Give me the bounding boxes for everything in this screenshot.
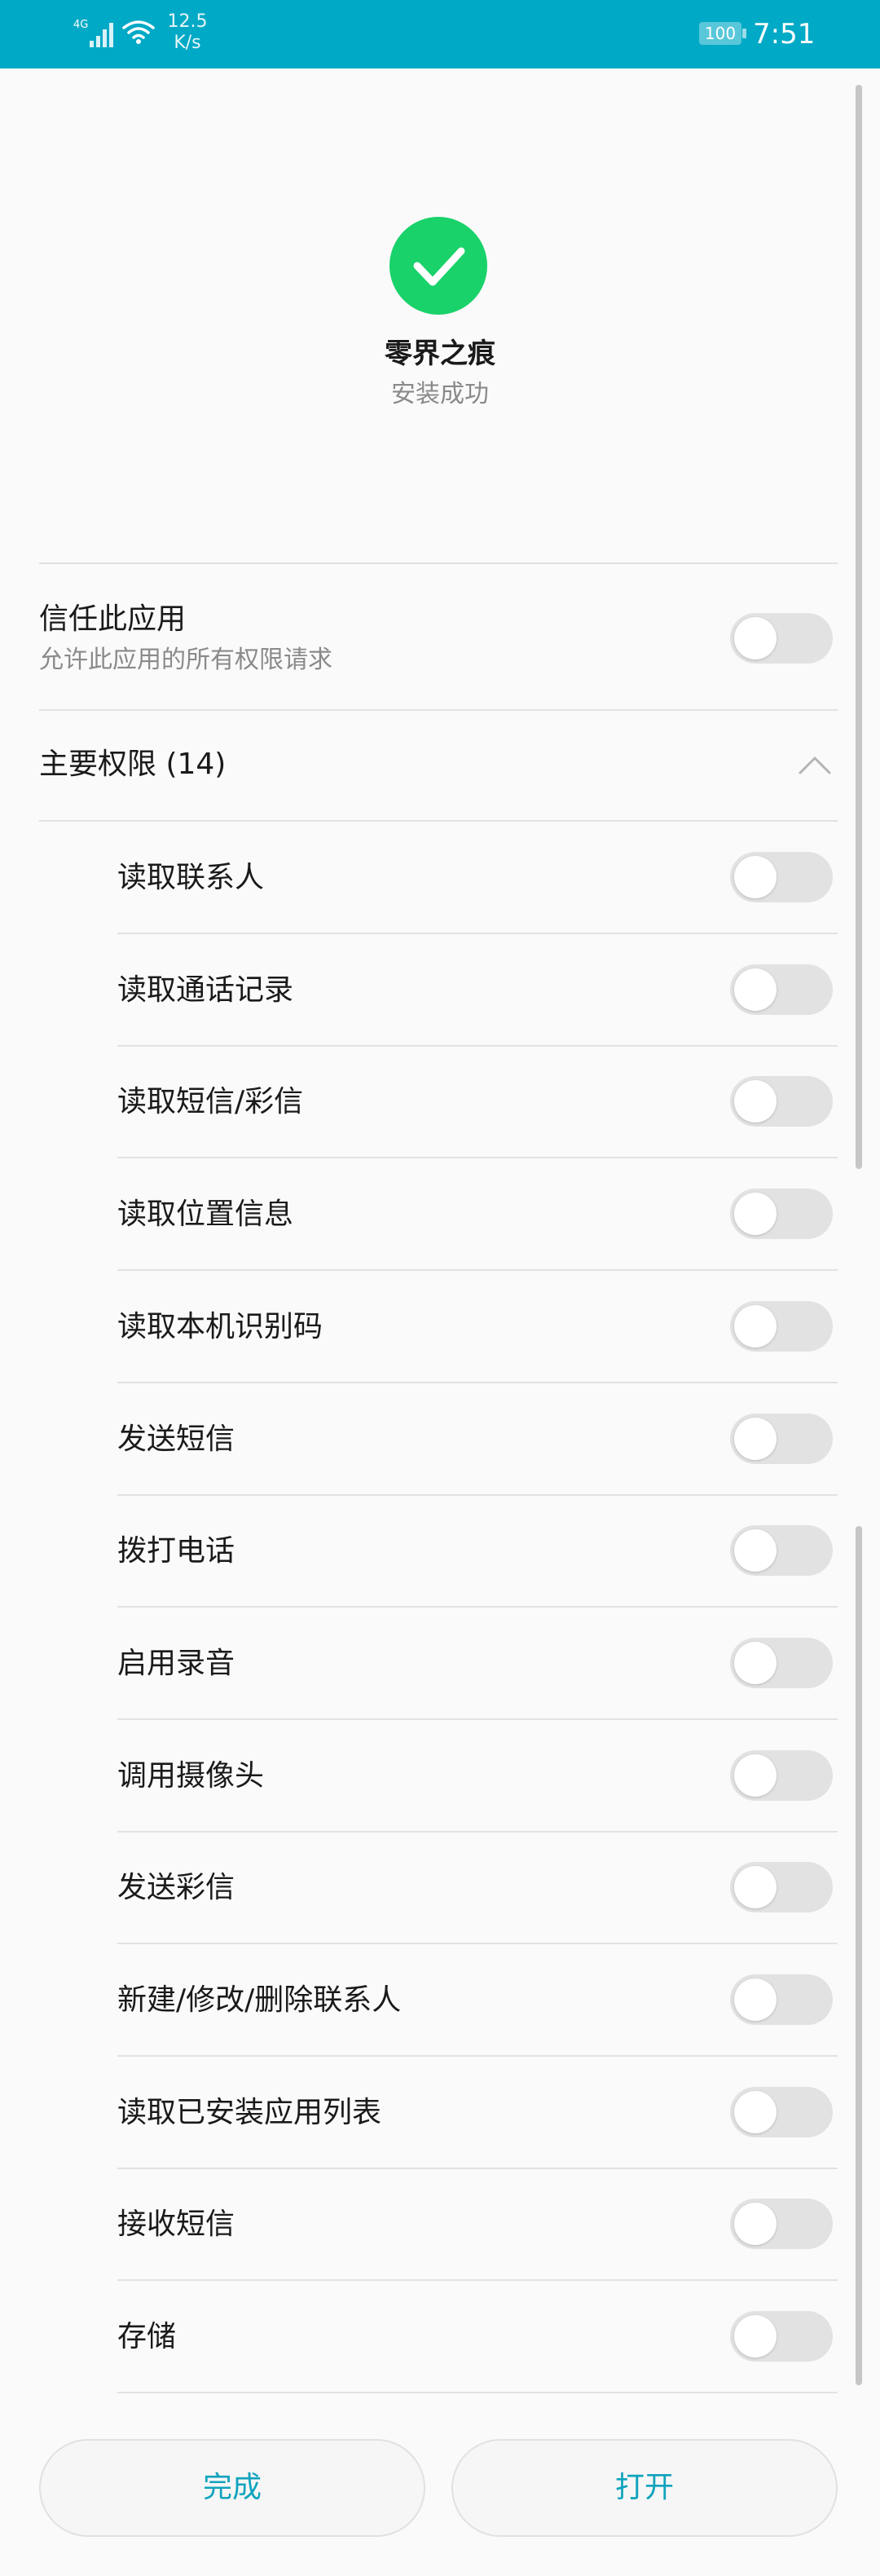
permission-row[interactable]: 发送彩信 xyxy=(0,1832,847,1945)
app-name: 零界之痕 xyxy=(385,337,495,370)
trust-app-toggle[interactable] xyxy=(730,613,833,664)
toggle-knob xyxy=(734,1304,777,1348)
toggle-knob xyxy=(734,2090,777,2133)
toggle-knob xyxy=(734,856,777,898)
permission-row[interactable]: 读取位置信息 xyxy=(0,1158,847,1272)
battery-level: 100 xyxy=(704,24,737,43)
toggle-knob xyxy=(734,617,777,659)
open-button[interactable]: 打开 xyxy=(451,2439,838,2537)
permission-label: 调用摄像头 xyxy=(117,1758,265,1793)
permission-row[interactable]: 拨打电话 xyxy=(0,1495,847,1608)
permission-toggle[interactable] xyxy=(730,2199,833,2250)
permission-row[interactable]: 读取联系人 xyxy=(0,822,847,934)
permission-row[interactable]: 存储 xyxy=(0,2281,847,2394)
toggle-knob xyxy=(734,1978,777,2021)
permission-row[interactable]: 调用摄像头 xyxy=(0,1720,847,1833)
permission-row[interactable]: 读取本机识别码 xyxy=(0,1271,847,1383)
main-permissions-title: 主要权限 (14) xyxy=(39,748,227,781)
permission-row[interactable]: 启用录音 xyxy=(0,1608,847,1720)
permission-row[interactable]: 新建/修改/删除联系人 xyxy=(0,1944,847,2057)
chevron-up-icon[interactable] xyxy=(795,748,834,781)
toggle-knob xyxy=(734,1417,777,1460)
toggle-knob xyxy=(734,1753,777,1797)
toggle-knob xyxy=(734,968,777,1011)
permission-toggle[interactable] xyxy=(730,1862,833,1913)
toggle-knob xyxy=(734,2315,777,2358)
scrollbar-thumb[interactable] xyxy=(856,85,862,1169)
toggle-knob xyxy=(734,1529,777,1573)
divider xyxy=(39,562,838,564)
permission-row[interactable]: 读取已安装应用列表 xyxy=(0,2057,847,2169)
clock: 7:51 xyxy=(753,18,816,51)
scrollbar-thumb-secondary[interactable] xyxy=(856,1526,862,2385)
wifi-icon xyxy=(122,20,155,44)
permission-label: 读取短信/彩信 xyxy=(117,1085,304,1119)
permission-label: 拨打电话 xyxy=(117,1534,235,1568)
permission-label: 读取已安装应用列表 xyxy=(117,2095,382,2129)
network-speed: 12.5 K/s xyxy=(167,11,208,53)
permission-label: 发送短信 xyxy=(117,1422,235,1456)
permission-label: 存储 xyxy=(117,2320,177,2354)
permission-label: 读取通话记录 xyxy=(117,973,294,1007)
done-button[interactable]: 完成 xyxy=(39,2439,425,2537)
permission-toggle[interactable] xyxy=(730,1413,833,1464)
permission-toggle[interactable] xyxy=(730,964,833,1015)
permission-row[interactable]: 读取通话记录 xyxy=(0,934,847,1047)
permission-toggle[interactable] xyxy=(730,1525,833,1577)
network-type: 4G xyxy=(73,19,88,31)
permission-row[interactable]: 读取短信/彩信 xyxy=(0,1046,847,1159)
trust-app-title: 信任此应用 xyxy=(39,602,187,636)
toggle-knob xyxy=(734,1866,777,1909)
permission-label: 读取位置信息 xyxy=(117,1198,294,1232)
permission-label: 接收短信 xyxy=(117,2208,235,2242)
trust-app-subtitle: 允许此应用的所有权限请求 xyxy=(39,646,332,674)
permission-toggle[interactable] xyxy=(730,2086,833,2137)
toggle-knob xyxy=(734,1641,777,1684)
cellular-signal-icon: 4G xyxy=(73,19,113,47)
permission-toggle[interactable] xyxy=(730,1300,833,1352)
permission-toggle[interactable] xyxy=(730,1637,833,1688)
permission-label: 读取本机识别码 xyxy=(117,1309,323,1343)
permission-toggle[interactable] xyxy=(730,1749,833,1801)
permission-toggle[interactable] xyxy=(730,1974,833,2025)
main-permissions-header[interactable]: 主要权限 (14) xyxy=(0,709,847,820)
install-status: 安装成功 xyxy=(391,380,489,408)
permission-label: 新建/修改/删除联系人 xyxy=(117,1983,402,2017)
toggle-knob xyxy=(734,1080,777,1123)
permission-toggle[interactable] xyxy=(730,1076,833,1127)
permission-label: 读取联系人 xyxy=(117,861,265,894)
permission-label: 启用录音 xyxy=(117,1646,235,1680)
success-checkmark-icon xyxy=(389,217,487,315)
permission-toggle[interactable] xyxy=(730,852,833,902)
permission-toggle[interactable] xyxy=(730,2311,833,2362)
status-bar: 4G 12.5 K/s 100 7:51 xyxy=(0,0,880,68)
permission-toggle[interactable] xyxy=(730,1189,833,1240)
permission-row[interactable]: 发送短信 xyxy=(0,1383,847,1496)
battery-icon: 100 xyxy=(699,22,748,45)
permission-label: 发送彩信 xyxy=(117,1871,235,1905)
toggle-knob xyxy=(734,2203,777,2246)
toggle-knob xyxy=(734,1193,777,1236)
permission-row[interactable]: 接收短信 xyxy=(0,2168,847,2282)
divider xyxy=(117,2392,838,2394)
